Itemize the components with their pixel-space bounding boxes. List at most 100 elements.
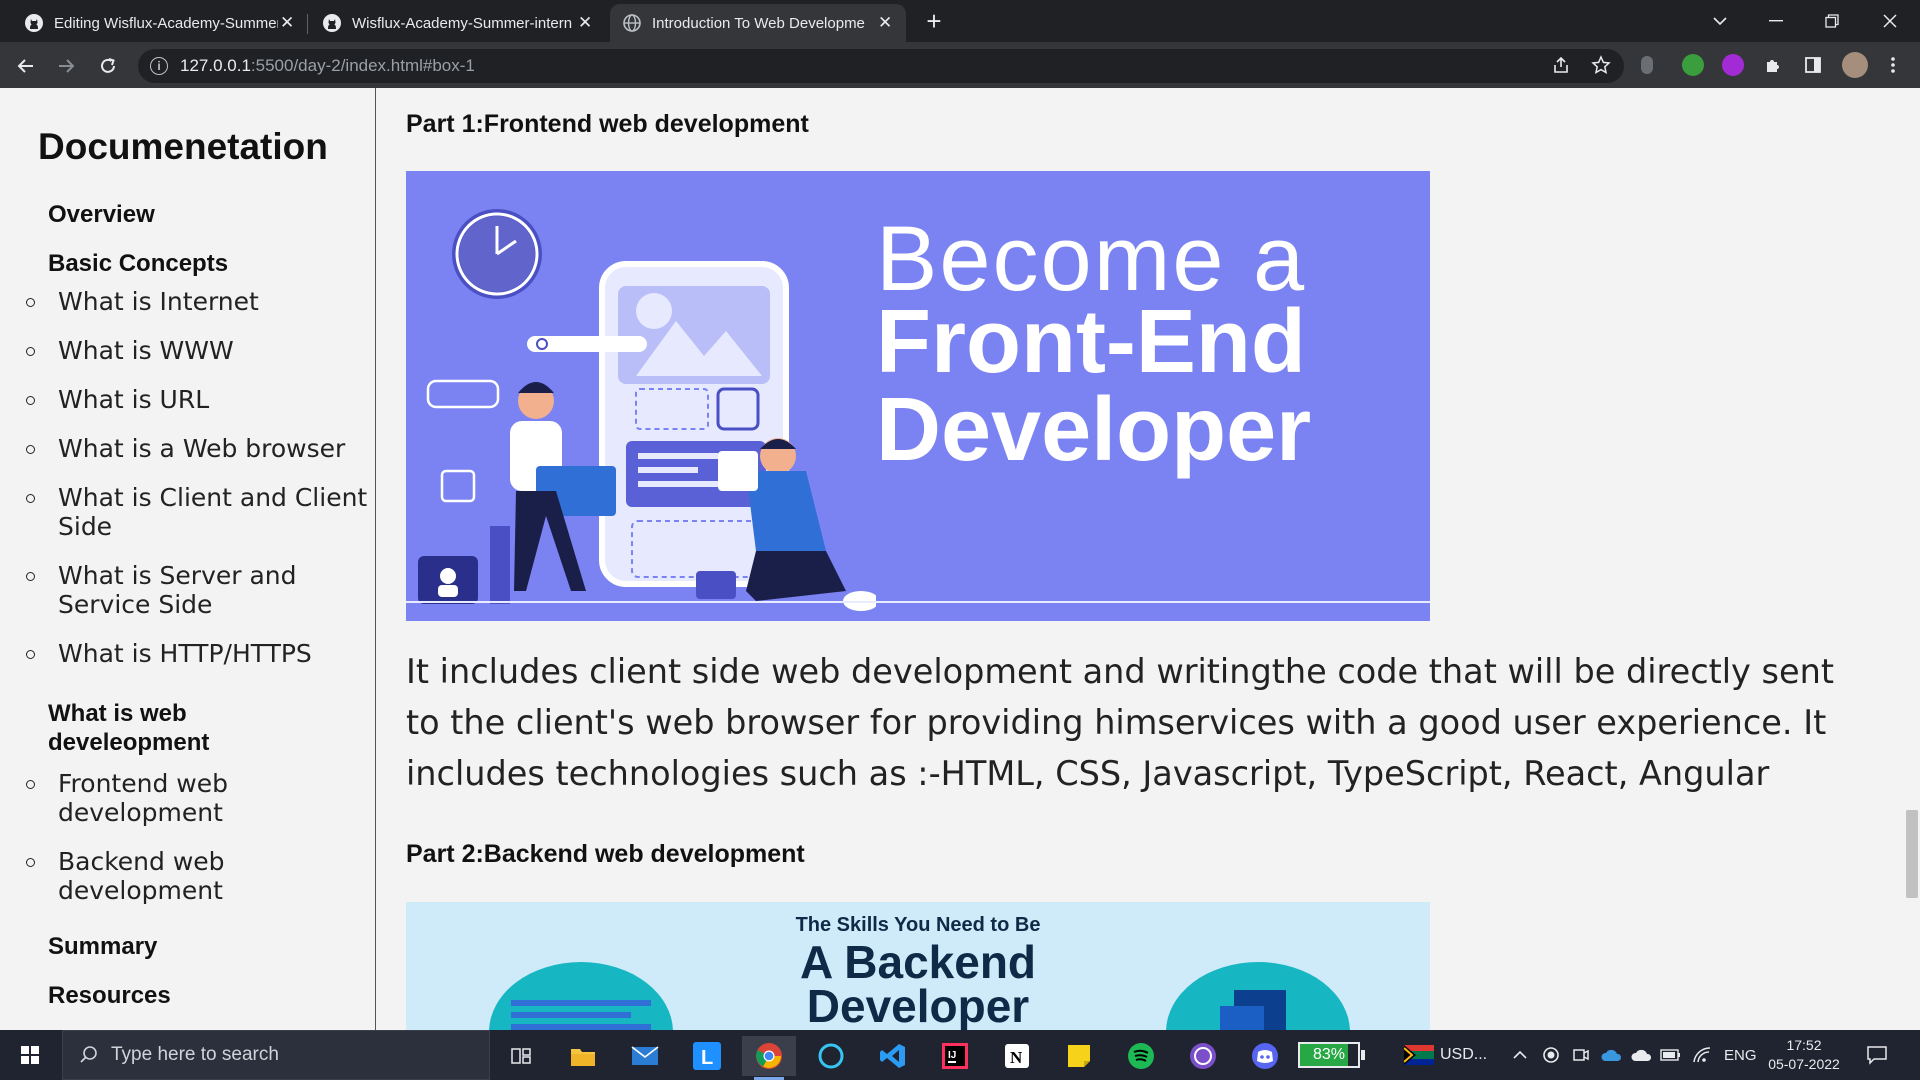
tab-close-icon[interactable]: ✕ <box>876 13 894 33</box>
list-bullet <box>26 347 35 356</box>
puzzle-extensions-icon[interactable] <box>1758 50 1788 80</box>
nav-link-web-development[interactable]: What is web develeopment <box>48 699 328 757</box>
github-icon <box>323 14 341 32</box>
close-window-button[interactable] <box>1862 0 1918 42</box>
site-info-icon[interactable]: i <box>150 57 168 75</box>
frontend-developer-banner: Become a Front-End Developer <box>406 171 1430 621</box>
nav-link-summary[interactable]: Summary <box>48 932 157 961</box>
nav-link-internet[interactable]: What is Internet <box>58 287 368 316</box>
intellij-icon[interactable]: IJ <box>928 1036 982 1076</box>
web-page: Documenetation Overview Basic Concepts W… <box>0 88 1920 1030</box>
cloud-icon[interactable] <box>1630 1030 1652 1080</box>
list-bullet <box>26 396 35 405</box>
tab-separator <box>307 14 308 34</box>
vscode-icon[interactable] <box>866 1036 920 1076</box>
backend-banner-line2: Developer <box>806 980 1030 1030</box>
tab-title: Editing Wisflux-Academy-Summer <box>54 14 279 32</box>
share-icon[interactable] <box>1546 50 1576 80</box>
l-app-icon[interactable]: L <box>680 1036 734 1076</box>
task-view-icon[interactable] <box>494 1036 548 1076</box>
tab-wisflux-intern[interactable]: Wisflux-Academy-Summer-intern ✕ <box>310 4 606 42</box>
sidebar-title: Documenetation <box>38 126 328 167</box>
tab-introduction-web-dev[interactable]: Introduction To Web Developme ✕ <box>610 4 906 42</box>
scrollbar-thumb[interactable] <box>1906 810 1918 898</box>
show-hidden-icons-icon[interactable] <box>1512 1030 1528 1080</box>
nav-link-frontend[interactable]: Frontend web development <box>58 769 288 827</box>
bookmark-star-icon[interactable] <box>1586 50 1616 80</box>
new-tab-button[interactable]: + <box>918 8 950 36</box>
side-panel-icon[interactable] <box>1798 50 1828 80</box>
record-icon[interactable] <box>1542 1030 1560 1080</box>
sticky-notes-icon[interactable] <box>1052 1036 1106 1076</box>
sidebar-nav: Documenetation Overview Basic Concepts W… <box>0 88 376 1030</box>
spotify-icon[interactable] <box>1114 1036 1168 1076</box>
extension-icon[interactable] <box>1641 56 1653 74</box>
nav-link-client-side[interactable]: What is Client and Client Side <box>58 483 368 541</box>
profile-avatar[interactable] <box>1842 52 1868 78</box>
address-bar[interactable]: i 127.0.0.1:5500/day-2/index.html#box-1 <box>138 49 1624 83</box>
list-bullet <box>26 572 35 581</box>
clock[interactable]: 17:52 05-07-2022 <box>1768 1030 1840 1080</box>
nav-link-web-browser[interactable]: What is a Web browser <box>58 434 368 463</box>
reload-button[interactable] <box>92 50 124 82</box>
banner-developer: Developer <box>876 380 1312 480</box>
mail-icon[interactable] <box>618 1036 672 1076</box>
clock-time: 17:52 <box>1786 1037 1822 1053</box>
notion-icon[interactable]: N <box>990 1036 1044 1076</box>
nav-link-www[interactable]: What is WWW <box>58 336 368 365</box>
minimize-button[interactable] <box>1748 0 1804 42</box>
chrome-icon[interactable] <box>742 1036 796 1080</box>
nav-link-url[interactable]: What is URL <box>58 385 368 414</box>
forward-button[interactable] <box>50 50 82 82</box>
nav-link-http[interactable]: What is HTTP/HTTPS <box>58 639 368 668</box>
language-indicator[interactable]: ENG <box>1724 1030 1757 1080</box>
tree-extension-icon[interactable] <box>1682 54 1704 76</box>
wifi-icon[interactable] <box>1692 1030 1712 1080</box>
nav-link-server-side[interactable]: What is Server and Service Side <box>58 561 368 619</box>
reload-icon <box>101 58 115 73</box>
list-bullet <box>26 298 35 307</box>
windows-start-icon[interactable] <box>10 1040 50 1070</box>
nav-link-resources[interactable]: Resources <box>48 981 171 1010</box>
discord-icon[interactable] <box>1238 1036 1292 1076</box>
backend-banner-line1: A Backend <box>799 936 1037 988</box>
back-button[interactable] <box>10 50 42 82</box>
browser-toolbar: i 127.0.0.1:5500/day-2/index.html#box-1 <box>0 42 1920 88</box>
cortana-icon[interactable] <box>804 1036 858 1076</box>
menu-kebab-icon[interactable] <box>1878 50 1908 80</box>
list-bullet <box>26 780 35 789</box>
battery-indicator[interactable]: 83% <box>1298 1030 1365 1080</box>
page-scrollbar[interactable] <box>1903 88 1920 1030</box>
list-bullet <box>26 445 35 454</box>
battery-icon[interactable] <box>1660 1030 1682 1080</box>
purple-extension-icon[interactable] <box>1722 54 1744 76</box>
nav-link-backend[interactable]: Backend web development <box>58 847 288 905</box>
battery-percent: 83% <box>1312 1046 1346 1063</box>
search-icon <box>80 1046 97 1063</box>
notifications-icon[interactable] <box>1866 1030 1888 1080</box>
tab-search-icon[interactable] <box>1692 0 1748 42</box>
part1-heading: Part 1:Frontend web development <box>406 110 809 138</box>
clock-date: 05-07-2022 <box>1768 1056 1840 1072</box>
arrow-right-icon <box>59 59 75 73</box>
developer-illustration <box>418 209 876 611</box>
github-icon <box>25 14 43 32</box>
tab-close-icon[interactable]: ✕ <box>278 13 296 33</box>
list-bullet <box>26 494 35 503</box>
backend-developer-banner: The Skills You Need to Be A Backend Deve… <box>406 902 1430 1030</box>
url-path: :5500/day-2/index.html#box-1 <box>250 56 475 75</box>
meet-now-icon[interactable] <box>1572 1030 1590 1080</box>
nav-link-overview[interactable]: Overview <box>48 200 155 229</box>
svg-text:N: N <box>1010 1048 1023 1067</box>
onedrive-icon[interactable] <box>1600 1030 1622 1080</box>
tab-close-icon[interactable]: ✕ <box>576 13 594 33</box>
banner-bottom-line <box>406 601 1430 603</box>
file-explorer-icon[interactable] <box>556 1036 610 1076</box>
restore-button[interactable] <box>1804 0 1860 42</box>
nav-link-basic-concepts[interactable]: Basic Concepts <box>48 249 228 278</box>
currency-widget[interactable]: USD... <box>1404 1030 1487 1080</box>
github-desktop-icon[interactable] <box>1176 1036 1230 1076</box>
flag-icon <box>1404 1045 1434 1065</box>
taskbar-search-input[interactable]: Type here to search <box>62 1030 490 1080</box>
tab-editing-wisflux[interactable]: Editing Wisflux-Academy-Summer ✕ <box>12 4 308 42</box>
